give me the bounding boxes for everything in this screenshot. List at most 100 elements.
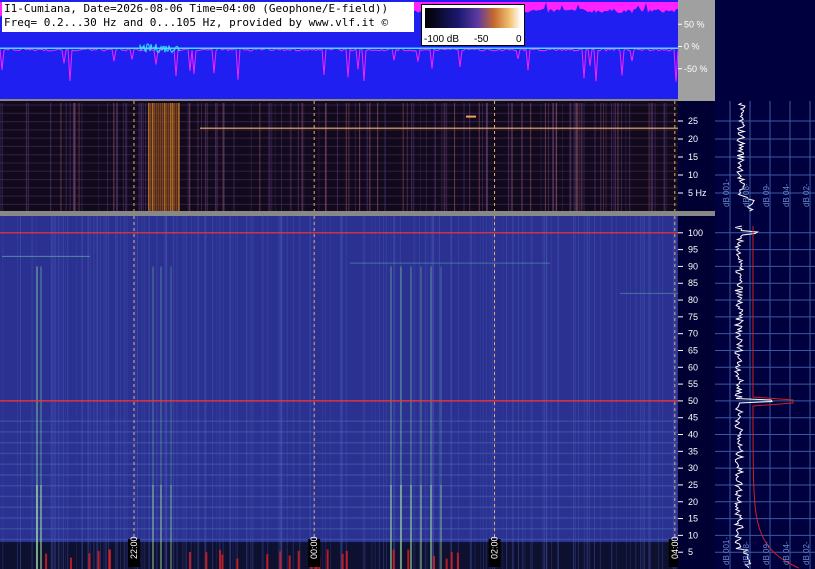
spectrogram-low-streak bbox=[654, 103, 656, 211]
spectrogram-low-streak bbox=[268, 103, 270, 211]
spectrogram-low-streak bbox=[406, 103, 408, 211]
spectrogram-low-streak bbox=[301, 103, 303, 211]
spectrogram-low-streak bbox=[69, 103, 71, 211]
spectrogram-high-streak bbox=[506, 216, 508, 569]
spectrogram-high-side-label: dB 001- bbox=[722, 537, 731, 565]
spectrogram-high-panel: 22:00 00:00 02:00 04:00 100 95 90 85 80 75 70 65 60 5… bbox=[0, 216, 815, 569]
spectrogram-high-streak bbox=[194, 216, 196, 569]
spectrogram-low-streak bbox=[446, 103, 448, 211]
spectrogram-high-streak bbox=[374, 216, 376, 569]
spectrogram-low-streak bbox=[617, 103, 619, 211]
spectrogram-high-streak bbox=[648, 216, 650, 569]
spectrogram-high-ytick-label: 80 bbox=[688, 295, 698, 305]
spectrogram-high-streak bbox=[322, 216, 324, 569]
spectrogram-low-streak bbox=[271, 103, 273, 211]
spectrogram-high-streak bbox=[364, 216, 366, 569]
spectrogram-low-streak bbox=[663, 103, 665, 211]
spectrogram-high-streak bbox=[141, 216, 143, 569]
spectrogram-low-streak bbox=[521, 103, 523, 211]
time-label: 02:00 bbox=[490, 536, 500, 559]
spectrogram-high-side-label: dB 02- bbox=[802, 541, 811, 565]
spectrogram-low-streak bbox=[510, 103, 512, 211]
spectrogram-high-streak bbox=[65, 216, 67, 569]
spectrogram-high-streak bbox=[413, 216, 415, 569]
spectrogram-low-streak bbox=[81, 103, 83, 211]
spectrogram-low-streak bbox=[125, 103, 127, 211]
spectrogram-low-burst bbox=[148, 103, 150, 211]
spectrogram-high-streak bbox=[292, 216, 294, 569]
spectrogram-low-streak bbox=[420, 103, 422, 211]
spectrogram-high-streak bbox=[246, 216, 248, 569]
spectrogram-low-burst bbox=[152, 103, 154, 211]
spectrogram-high-red-spike bbox=[88, 553, 91, 569]
spectrogram-high-burst-strong bbox=[152, 484, 154, 569]
spectrogram-low-blip bbox=[466, 115, 476, 118]
spectrogram-high-streak bbox=[31, 216, 33, 569]
spectrogram-high-burst-strong bbox=[410, 484, 412, 569]
spectrogram-high-streak bbox=[345, 216, 347, 569]
time-label: 00:00 bbox=[309, 536, 319, 559]
spectrogram-low-streak bbox=[50, 103, 52, 211]
spectrogram-high-side-label: dB 04- bbox=[782, 541, 791, 565]
spectrogram-high-streak bbox=[521, 216, 523, 569]
spectrogram-high-streak bbox=[196, 216, 198, 569]
spectrogram-high-red-spike bbox=[221, 554, 224, 569]
spectrogram-low-ytick-label: 25 bbox=[688, 116, 698, 126]
waveform-ytick-label: 0 % bbox=[684, 42, 700, 52]
spectrogram-low-streak bbox=[197, 103, 199, 211]
spectrogram-high-streak bbox=[67, 216, 69, 569]
spectrogram-low-streak bbox=[115, 103, 117, 211]
spectrogram-high-streak bbox=[190, 216, 192, 569]
spectrogram-high-streak bbox=[640, 216, 642, 569]
spectrogram-high-red-spike bbox=[45, 553, 48, 569]
spectrogram-high-burst-strong bbox=[400, 484, 402, 569]
spectrogram-low-streak bbox=[269, 103, 271, 211]
spectrogram-high-burst-strong bbox=[170, 484, 172, 569]
spectrogram-high-streak bbox=[134, 216, 136, 569]
spectrogram-low-streak bbox=[511, 103, 513, 211]
spectrogram-low-streak bbox=[98, 103, 100, 211]
spectrogram-high-streak bbox=[105, 216, 107, 569]
spectrogram-low-ytick-label: 5 Hz bbox=[688, 188, 707, 198]
spectrogram-high-streak bbox=[219, 216, 221, 569]
spectrogram-high-streak bbox=[340, 216, 342, 569]
spectrogram-low-streak bbox=[540, 103, 542, 211]
spectrogram-high-streak bbox=[93, 216, 95, 569]
spectrogram-high-streak bbox=[589, 216, 591, 569]
spectrogram-low-streak bbox=[600, 103, 602, 211]
colorbar-tick-mid: -50 bbox=[474, 34, 489, 45]
spectrogram-high-ytick-label: 60 bbox=[688, 362, 698, 372]
spectrogram-high-red-spike bbox=[345, 550, 348, 569]
spectrogram-high-red-spike bbox=[433, 555, 436, 569]
spectrogram-high-streak bbox=[181, 216, 183, 569]
spectrogram-high-streak bbox=[124, 216, 126, 569]
spectrogram-high-streak bbox=[232, 216, 234, 569]
spectrogram-high-streak bbox=[97, 216, 99, 569]
spectrogram-low-streak bbox=[366, 103, 368, 211]
spectrogram-high-streak bbox=[557, 216, 559, 569]
spectrogram-low-streak bbox=[621, 103, 623, 211]
spectrogram-high-band bbox=[0, 420, 678, 422]
spectrogram-high-red-spike bbox=[450, 551, 453, 569]
spectrogram-high-streak bbox=[261, 216, 263, 569]
spectrogram-high-streak bbox=[550, 216, 552, 569]
spectrogram-high-streak bbox=[438, 216, 440, 569]
spectrogram-low-streak bbox=[145, 103, 147, 211]
spectrogram-low-burst bbox=[150, 103, 152, 211]
spectrogram-high-burst-strong bbox=[390, 484, 392, 569]
spectrogram-low-streak bbox=[122, 103, 124, 211]
spectrogram-high-streak bbox=[204, 216, 206, 569]
spectrogram-high-ytick-label: 85 bbox=[688, 278, 698, 288]
spectrogram-high-ytick-label: 40 bbox=[688, 430, 698, 440]
spectrogram-high-streak bbox=[593, 216, 595, 569]
spectrogram-low-streak bbox=[478, 103, 480, 211]
spectrogram-low-burst bbox=[162, 103, 164, 211]
spectrogram-high-streak bbox=[393, 216, 395, 569]
spectrogram-low-streak bbox=[217, 103, 219, 211]
spectrogram-low-streak bbox=[629, 103, 631, 211]
spectrogram-high-ytick-label: 30 bbox=[688, 463, 698, 473]
spectrogram-high-streak bbox=[511, 216, 513, 569]
spectrogram-high-streak bbox=[57, 216, 59, 569]
spectrogram-high-band bbox=[0, 463, 678, 465]
spectrogram-high-streak bbox=[585, 216, 587, 569]
